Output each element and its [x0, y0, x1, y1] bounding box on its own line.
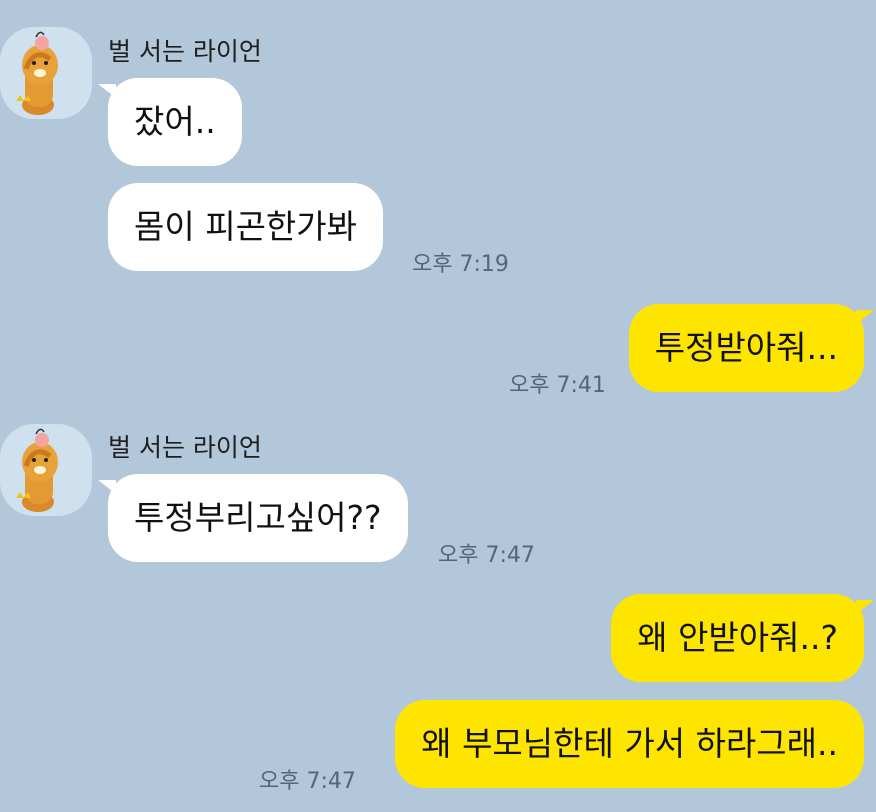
message-bubble[interactable]: 잤어..: [98, 78, 242, 166]
message-bubble[interactable]: 몸이 피곤한가봐: [108, 183, 384, 271]
sender-avatar[interactable]: [0, 27, 92, 119]
message-bubble[interactable]: 왜 안받아줘..?: [611, 594, 874, 682]
message-time: 오후 7:47: [438, 543, 535, 568]
sender-name: 벌 서는 라이언: [108, 37, 262, 66]
message-time: 오후 7:47: [259, 769, 356, 794]
message-time: 오후 7:41: [509, 373, 606, 398]
message-time: 오후 7:19: [412, 252, 509, 277]
message-bubble[interactable]: 투정받아줘...: [628, 304, 875, 392]
message-bubble[interactable]: 왜 부모님한테 가서 하라그래..: [395, 700, 864, 788]
message-bubble[interactable]: 투정부리고싶어??: [98, 474, 408, 562]
sender-avatar[interactable]: [0, 424, 92, 516]
lion-character-icon: [16, 31, 58, 115]
sender-name: 벌 서는 라이언: [108, 433, 262, 462]
lion-character-icon: [16, 428, 58, 512]
